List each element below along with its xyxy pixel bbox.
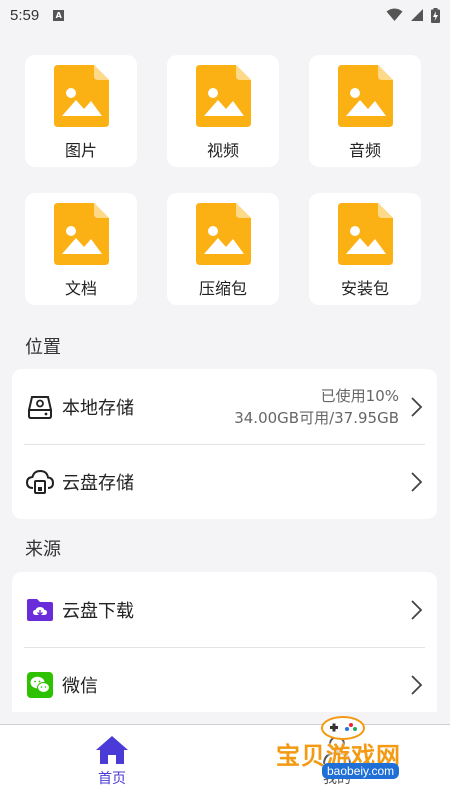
storage-capacity: 34.00GB可用/37.95GB [234,408,399,427]
image-file-icon [337,65,393,127]
category-grid: 图片 视频 音频 文档 压缩包 安装包 [25,55,421,305]
local-storage-label: 本地存储 [62,397,134,419]
category-video[interactable]: 视频 [167,55,279,167]
storage-info: 已使用10% 34.00GB可用/37.95GB [234,385,399,429]
notification-a-icon: A [53,9,65,21]
nav-home-label: 首页 [98,771,126,787]
chevron-right-icon [411,674,423,695]
wechat-row[interactable]: 微信 [12,647,437,712]
cloud-download-row[interactable]: 云盘下载 [12,572,437,647]
hard-drive-icon [26,393,54,421]
category-apks[interactable]: 安装包 [309,193,421,305]
local-storage-row[interactable]: 本地存储 已使用10% 34.00GB可用/37.95GB [12,369,437,444]
wifi-icon [386,8,403,21]
image-file-icon [53,65,109,127]
category-label: 音频 [348,141,381,160]
chevron-right-icon [411,471,423,492]
wechat-icon [26,671,54,699]
category-label: 图片 [64,141,97,160]
location-card: 本地存储 已使用10% 34.00GB可用/37.95GB 云盘存储 [12,369,437,519]
category-archives[interactable]: 压缩包 [167,193,279,305]
image-file-icon [195,203,251,265]
category-audio[interactable]: 音频 [309,55,421,167]
source-card: 云盘下载 微信 [12,572,437,712]
image-file-icon [53,203,109,265]
wechat-label: 微信 [62,675,98,697]
status-time: 5:59 [10,6,40,24]
image-file-icon [337,203,393,265]
cloud-download-label: 云盘下载 [62,600,134,622]
status-bar: 5:59 A [0,0,450,30]
storage-used: 已使用10% [320,386,399,405]
category-label: 文档 [64,279,97,298]
battery-charging-icon [431,7,440,23]
category-label: 压缩包 [198,279,247,298]
chevron-right-icon [411,396,423,417]
category-documents[interactable]: 文档 [25,193,137,305]
image-file-icon [195,65,251,127]
chevron-right-icon [411,599,423,620]
purple-folder-icon [26,596,54,624]
category-label: 安装包 [340,279,389,298]
cloud-storage-label: 云盘存储 [62,472,134,494]
category-images[interactable]: 图片 [25,55,137,167]
cloud-disk-icon [26,468,54,496]
cloud-storage-row[interactable]: 云盘存储 [12,444,437,519]
watermark-url: baobeiy.com [322,763,400,779]
location-section-title: 位置 [25,337,61,358]
home-icon [96,736,128,764]
nav-home[interactable]: 首页 [95,735,129,788]
watermark: 宝贝游戏网 baobeiy.com [274,712,424,790]
source-section-title: 来源 [25,539,61,560]
signal-icon [411,9,423,21]
category-label: 视频 [206,141,239,160]
